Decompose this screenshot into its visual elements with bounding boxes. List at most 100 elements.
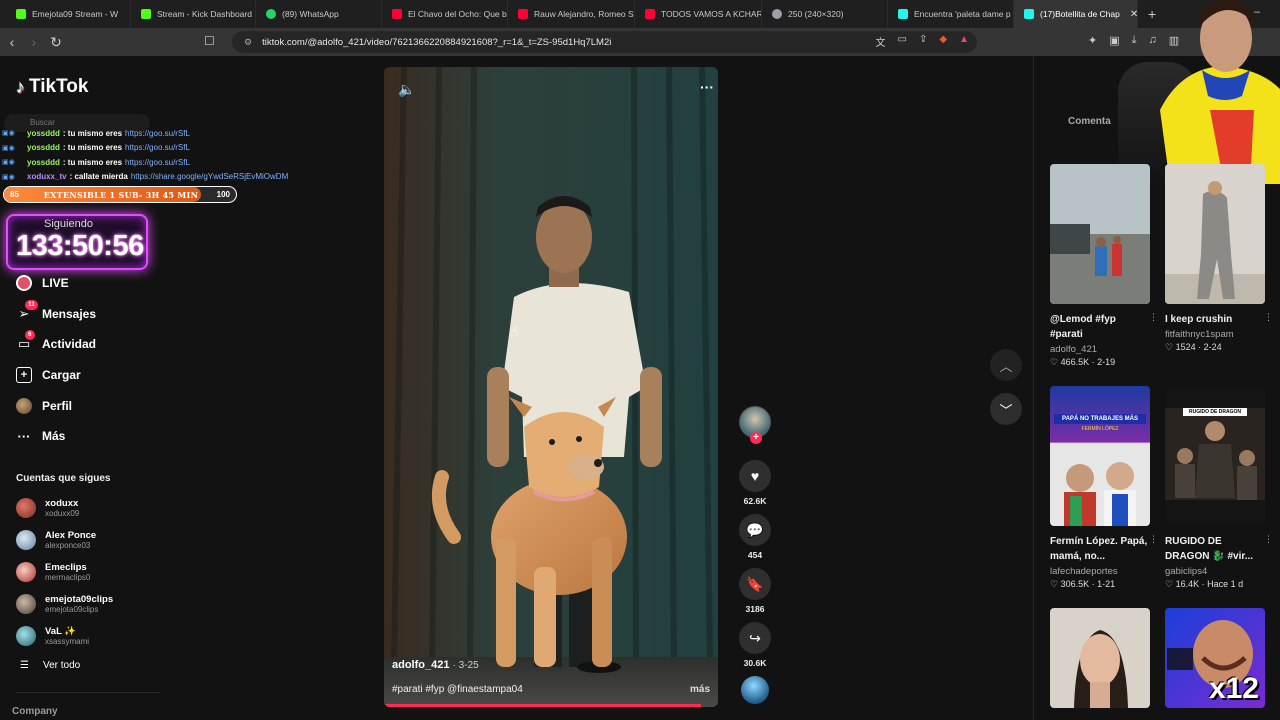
- back-icon[interactable]: ‹: [2, 34, 22, 50]
- site-info-icon[interactable]: ⚙: [244, 37, 252, 48]
- close-tab-icon[interactable]: ✕: [1130, 9, 1137, 20]
- music-disc-icon[interactable]: [741, 676, 769, 704]
- browser-tab[interactable]: Stream - Kick Dashboard: [131, 0, 256, 28]
- chat-user: xoduxx_tv: [27, 172, 67, 182]
- share-button[interactable]: ↪ 30.6K: [739, 622, 771, 668]
- account-avatar: [16, 498, 36, 518]
- video-author[interactable]: adolfo_421 · 3-25: [392, 659, 479, 671]
- tab-title: 250 (240×320): [788, 9, 844, 19]
- bookmark-icon[interactable]: ☐: [204, 34, 215, 48]
- follow-plus-icon[interactable]: +: [750, 432, 762, 444]
- browser-tab[interactable]: Encuentra 'paleta dame p: [888, 0, 1014, 28]
- browser-tab[interactable]: Emejota09 Stream - W: [6, 0, 131, 28]
- previous-video-button[interactable]: ︿: [990, 349, 1022, 381]
- caption-more-button[interactable]: más: [690, 684, 710, 695]
- screenshot-icon[interactable]: ▣: [1109, 34, 1119, 47]
- tab-favicon-icon: [645, 9, 655, 19]
- browser-tab[interactable]: El Chavo del Ocho: Que bu: [382, 0, 508, 28]
- followed-account[interactable]: VaL ✨ xsassymami: [16, 622, 89, 650]
- chat-message: ▣◉ yossddd: tu mismo eres https://goo.su/r…: [2, 126, 302, 141]
- volume-icon[interactable]: 🔈: [398, 81, 415, 98]
- comment-button[interactable]: 💬 454: [739, 514, 771, 560]
- tab-comments[interactable]: Comenta: [1068, 116, 1111, 127]
- subathon-timer: Siguiendo 133:50:56: [6, 214, 148, 270]
- sidebar-item-mensajes[interactable]: ➢ 11 Mensajes: [16, 300, 96, 325]
- related-video-card[interactable]: x12: [1165, 608, 1265, 708]
- activity-badge: 6: [25, 330, 35, 340]
- related-video-card[interactable]: [1050, 608, 1150, 708]
- video-thumbnail: [1050, 608, 1150, 708]
- sidebar-item-perfil[interactable]: Perfil: [16, 395, 72, 417]
- related-video-card[interactable]: PAPÁ NO TRABAJES MÁS FERMÍN LÓPEZ Fermín…: [1050, 386, 1158, 590]
- tab-favicon-icon: [898, 9, 908, 19]
- reload-icon[interactable]: ↻: [46, 34, 66, 51]
- extensions-icon[interactable]: ✦: [1088, 34, 1097, 47]
- followed-account[interactable]: xoduxx xoduxx09: [16, 494, 79, 522]
- browser-tab-active[interactable]: (17)Botellita de Chap ✕: [1014, 0, 1138, 28]
- video-thumbnail: [1165, 164, 1265, 304]
- profile-avatar-icon: [16, 398, 32, 414]
- video-caption[interactable]: #parati #fyp @finaestampa04: [392, 684, 523, 695]
- video-more-icon[interactable]: ···: [700, 79, 714, 95]
- followed-account[interactable]: emejota09clips emejota09clips: [16, 590, 113, 618]
- translate-icon[interactable]: 文: [876, 34, 886, 49]
- video-player[interactable]: 🔈 ··· ☝ adolfo_421 · 3-25 #parati #fyp @…: [384, 67, 718, 707]
- followed-account[interactable]: Emeclips mermaclips0: [16, 558, 90, 586]
- video-thumbnail: x12: [1165, 608, 1265, 708]
- sidebar-item-cargar[interactable]: + Cargar: [16, 364, 81, 386]
- save-button[interactable]: 🔖 3186: [739, 568, 771, 614]
- thumbnail-multiplier: x12: [1208, 672, 1259, 705]
- chat-user: yossddd: [27, 157, 60, 167]
- related-video-card[interactable]: @Lemod #fyp #parati adolfo_421 ♡ 466.5K …: [1050, 164, 1158, 368]
- account-avatar: [16, 562, 36, 582]
- followed-account[interactable]: Alex Ponce alexponce03: [16, 526, 96, 554]
- account-name: Emeclips: [45, 561, 87, 573]
- video-progress-bar[interactable]: [384, 704, 702, 707]
- browser-tab[interactable]: TODOS VAMOS A KCHAR: [635, 0, 762, 28]
- account-handle: xoduxx09: [45, 508, 80, 518]
- activity-icon: ▭ 6: [16, 330, 35, 352]
- creator-avatar[interactable]: +: [739, 406, 771, 444]
- rewards-icon[interactable]: ▲: [959, 34, 969, 49]
- browser-tab[interactable]: Rauw Alejandro, Romeo Sa: [508, 0, 635, 28]
- card-title: Fermín López. Papá, mamá, no...: [1050, 536, 1148, 562]
- tiktok-logo[interactable]: ♪ TikTok: [16, 76, 88, 98]
- chat-link: https://share.google/gYwdSeRSjEvMiOwDM: [130, 172, 289, 182]
- bookmark-icon: 🔖: [739, 568, 771, 600]
- company-link[interactable]: Company: [12, 706, 58, 717]
- chat-text: : tu mismo eres: [62, 128, 123, 138]
- share-icon[interactable]: ⇪: [919, 34, 927, 49]
- card-stats: ♡ 306.5K · 1-21: [1050, 579, 1116, 589]
- related-video-card[interactable]: RUGIDO DE DRAGON RUGIDO DE DRAGON 🐉 #vir…: [1165, 386, 1273, 590]
- cast-icon[interactable]: ▭: [898, 34, 907, 49]
- related-video-card[interactable]: I keep crushin fitfaithnyc1spam ♡ 1524 ·…: [1165, 164, 1273, 353]
- see-all-button[interactable]: ☰ Ver todo: [20, 660, 80, 671]
- tab-favicon-icon: [16, 9, 26, 19]
- card-author: fitfaithnyc1spam: [1165, 329, 1234, 340]
- card-more-icon[interactable]: ⋮: [1264, 312, 1273, 323]
- timer-value: 133:50:56: [16, 230, 144, 262]
- like-button[interactable]: ♥ 62.6K: [739, 460, 771, 506]
- card-more-icon[interactable]: ⋮: [1264, 534, 1273, 545]
- chat-text: : tu mismo eres: [62, 143, 123, 153]
- sidebar-item-live[interactable]: LIVE: [16, 272, 69, 294]
- next-video-button[interactable]: ﹀: [990, 393, 1022, 425]
- card-more-icon[interactable]: ⋮: [1149, 534, 1158, 545]
- browser-tab[interactable]: 250 (240×320): [762, 0, 888, 28]
- video-date: · 3-25: [452, 660, 479, 671]
- account-avatar: [16, 530, 36, 550]
- forward-icon[interactable]: ›: [24, 34, 44, 50]
- sidebar-item-actividad[interactable]: ▭ 6 Actividad: [16, 330, 96, 355]
- browser-tab[interactable]: (89) WhatsApp: [256, 0, 382, 28]
- download-icon[interactable]: ⤓: [1132, 34, 1137, 47]
- messages-badge: 11: [25, 300, 38, 310]
- brave-shield-icon[interactable]: ◆: [939, 34, 947, 49]
- upload-plus-icon: +: [16, 367, 32, 383]
- tab-favicon-icon: [772, 9, 782, 19]
- chat-message: ▣◉ yossddd: tu mismo eres https://goo.su/r…: [2, 141, 302, 156]
- address-bar[interactable]: ☐ ⚙ tiktok.com/@adolfo_421/video/7621366…: [204, 31, 977, 53]
- account-name: xoduxx: [45, 497, 79, 509]
- card-more-icon[interactable]: ⋮: [1149, 312, 1158, 323]
- screen: Emejota09 Stream - W Stream - Kick Dashb…: [0, 0, 1280, 720]
- sidebar-item-mas[interactable]: ··· Más: [16, 425, 66, 447]
